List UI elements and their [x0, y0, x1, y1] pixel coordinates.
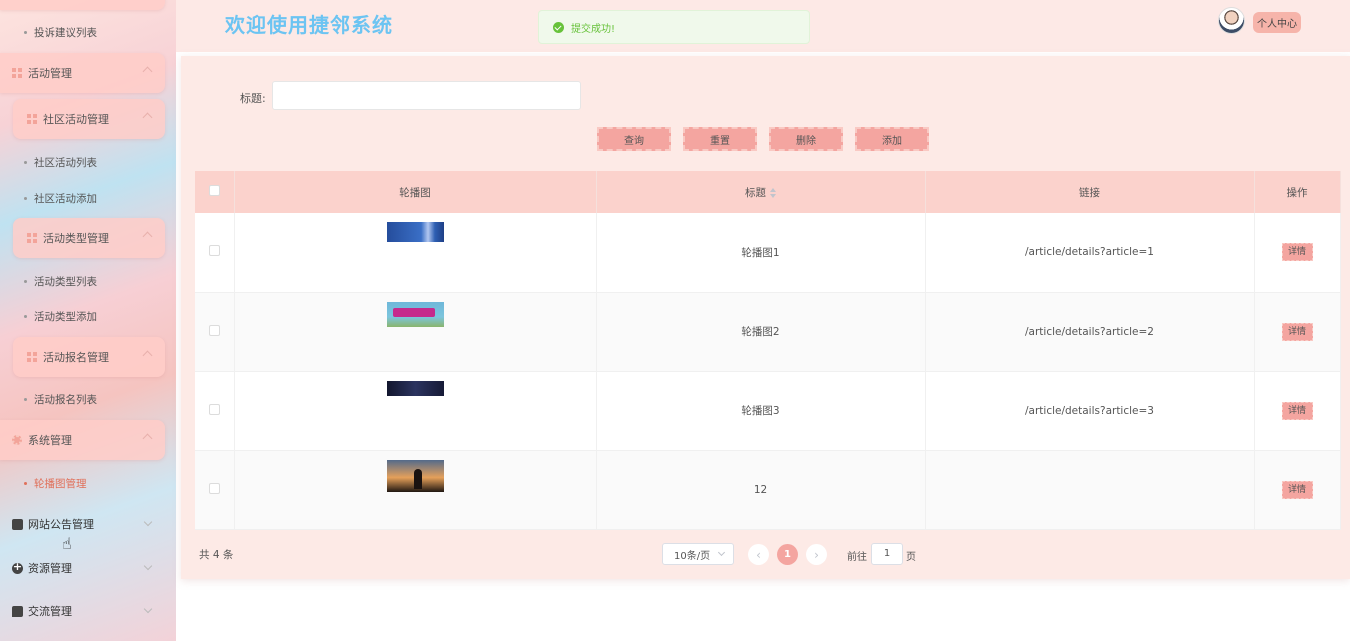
detail-button[interactable]: 详情	[1281, 480, 1313, 499]
table-row: 12 详情	[195, 450, 1341, 530]
chevron-left-icon: ‹	[756, 547, 761, 562]
detail-button[interactable]: 详情	[1281, 322, 1313, 341]
row-checkbox[interactable]	[208, 324, 220, 336]
goto-page-input[interactable]: 1	[871, 543, 903, 565]
delete-button[interactable]: 删除	[769, 127, 843, 151]
page-size-select[interactable]: 10条/页	[662, 543, 734, 565]
sidebar-item-type-list[interactable]: 活动类型列表	[24, 274, 97, 289]
prev-page-button[interactable]: ‹	[748, 544, 769, 565]
grid-icon	[27, 114, 37, 124]
goto-suffix: 页	[906, 552, 916, 563]
bullet-icon	[24, 161, 27, 164]
sidebar-item-carousel[interactable]: 轮播图管理	[24, 476, 87, 491]
row-link: /article/details?article=2	[925, 292, 1255, 372]
sidebar-group-community-activity[interactable]: 社区活动管理	[13, 99, 165, 139]
document-icon	[12, 518, 23, 530]
column-header-title[interactable]: 标题	[596, 171, 926, 213]
chevron-up-icon	[142, 433, 153, 444]
sidebar-item-community-add[interactable]: 社区活动添加	[24, 191, 97, 206]
add-button[interactable]: 添加	[855, 127, 929, 151]
site-title: 欢迎使用捷邻系统	[225, 13, 393, 37]
profile-button[interactable]: 个人中心	[1253, 12, 1301, 33]
select-all-checkbox[interactable]	[208, 185, 220, 196]
select-all-cell	[195, 171, 235, 213]
sidebar-group-communication[interactable]: 交流管理	[12, 603, 153, 619]
sidebar: 投诉建议列表 活动管理 社区活动管理 社区活动列表 社区活动添加 活动类型管理 …	[0, 0, 176, 641]
chevron-right-icon: ›	[814, 547, 819, 562]
page-number-current[interactable]: 1	[777, 544, 798, 565]
row-title: 12	[596, 450, 926, 530]
chevron-down-icon	[717, 548, 726, 557]
title-filter-input[interactable]	[272, 81, 581, 110]
row-title: 轮播图2	[596, 292, 926, 372]
row-link	[925, 450, 1255, 530]
carousel-thumbnail	[386, 459, 444, 492]
bullet-icon	[24, 398, 27, 401]
table-row: 轮播图1 /article/details?article=1 详情	[195, 213, 1341, 293]
toast-message: 提交成功!	[571, 23, 616, 35]
goto-label: 前往	[847, 552, 867, 563]
row-link: /article/details?article=1	[925, 213, 1255, 293]
table-row: 轮播图3 /article/details?article=3 详情	[195, 371, 1341, 451]
check-circle-icon	[553, 21, 564, 33]
hand-cursor-icon: ☝	[62, 534, 72, 553]
carousel-thumbnail	[386, 301, 444, 327]
gear-icon	[12, 435, 22, 445]
chevron-up-icon	[142, 66, 153, 77]
carousel-thumbnail	[386, 380, 444, 396]
plus-circle-icon	[12, 560, 23, 574]
grid-icon	[27, 352, 37, 362]
chat-icon	[12, 605, 23, 617]
chevron-down-icon	[143, 561, 153, 571]
chevron-up-icon	[142, 350, 153, 361]
success-toast: 提交成功!	[538, 10, 810, 44]
row-checkbox[interactable]	[208, 245, 220, 257]
column-header-image: 轮播图	[234, 171, 597, 213]
bullet-icon	[24, 482, 27, 485]
grid-icon	[12, 68, 22, 78]
sort-icon[interactable]	[770, 187, 776, 198]
row-checkbox[interactable]	[208, 403, 220, 415]
bullet-icon	[24, 31, 27, 34]
sidebar-item-type-add[interactable]: 活动类型添加	[24, 309, 97, 324]
carousel-table: 轮播图 标题 链接 操作 轮播图1 /article/details?artic…	[195, 171, 1341, 530]
sidebar-item-community-list[interactable]: 社区活动列表	[24, 155, 97, 170]
carousel-thumbnail	[386, 222, 444, 242]
detail-button[interactable]: 详情	[1281, 401, 1313, 420]
row-title: 轮播图1	[596, 213, 926, 293]
query-button[interactable]: 查询	[597, 127, 671, 151]
sidebar-group-resource[interactable]: 资源管理	[12, 560, 153, 576]
row-checkbox[interactable]	[208, 482, 220, 494]
sidebar-group-notice[interactable]: 网站公告管理	[12, 516, 153, 532]
sidebar-group-activity[interactable]: 活动管理	[0, 53, 165, 93]
row-title: 轮播图3	[596, 371, 926, 451]
column-header-actions: 操作	[1254, 171, 1341, 213]
sidebar-item-complaint-list[interactable]: 投诉建议列表	[24, 25, 97, 40]
chevron-up-icon	[142, 231, 153, 242]
chevron-down-icon	[143, 517, 153, 527]
sidebar-item-signup-list[interactable]: 活动报名列表	[24, 392, 97, 407]
next-page-button[interactable]: ›	[806, 544, 827, 565]
avatar[interactable]	[1218, 7, 1245, 34]
total-count: 共 4 条	[199, 549, 234, 561]
detail-button[interactable]: 详情	[1281, 243, 1313, 262]
table-header: 轮播图 标题 链接 操作	[195, 171, 1341, 213]
bullet-icon	[24, 315, 27, 318]
reset-button[interactable]: 重置	[683, 127, 757, 151]
sidebar-group-activity-type[interactable]: 活动类型管理	[13, 218, 165, 258]
chevron-up-icon	[142, 112, 153, 123]
bullet-icon	[24, 197, 27, 200]
header: 欢迎使用捷邻系统 提交成功! 个人中心	[176, 0, 1350, 52]
chevron-down-icon	[143, 604, 153, 614]
column-header-link: 链接	[925, 171, 1255, 213]
row-link: /article/details?article=3	[925, 371, 1255, 451]
bullet-icon	[24, 280, 27, 283]
table-row: 轮播图2 /article/details?article=2 详情	[195, 292, 1341, 372]
sidebar-group-top[interactable]	[0, 0, 165, 10]
grid-icon	[27, 233, 37, 243]
title-filter-label: 标题:	[240, 92, 266, 105]
main-panel: 标题: 查询 重置 删除 添加 轮播图 标题 链接 操作 轮播图1 /artic…	[181, 56, 1350, 579]
sidebar-group-system[interactable]: 系统管理	[0, 420, 165, 460]
sidebar-group-signup[interactable]: 活动报名管理	[13, 337, 165, 377]
